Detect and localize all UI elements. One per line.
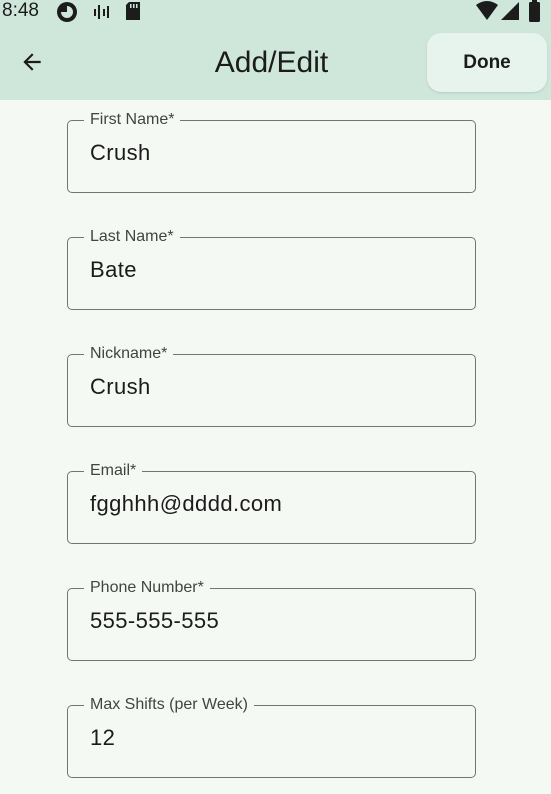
- first-name-field[interactable]: First Name*: [67, 112, 476, 193]
- last-name-input[interactable]: [90, 253, 450, 287]
- signal-activity-icon: [94, 5, 109, 19]
- screen: 8:48 Add/Edit Done First Name* Crush Las…: [0, 0, 551, 794]
- nickname-field[interactable]: Nickname*: [67, 346, 476, 427]
- phone-number-label: Phone Number*: [90, 579, 204, 596]
- phone-number-input[interactable]: [90, 604, 450, 638]
- status-bar: 8:48: [0, 0, 551, 26]
- app-bar: Add/Edit Done: [0, 26, 551, 100]
- done-button[interactable]: Done: [427, 33, 547, 92]
- email-input[interactable]: [90, 487, 450, 521]
- wifi-icon: [476, 1, 498, 20]
- header: 8:48 Add/Edit Done: [0, 0, 551, 100]
- phone-number-field[interactable]: Phone Number*: [67, 580, 476, 661]
- status-time: 8:48: [2, 0, 39, 21]
- data-saver-icon: [57, 2, 77, 22]
- max-shifts-field[interactable]: Max Shifts (per Week): [67, 697, 476, 778]
- sd-card-icon: [126, 2, 140, 20]
- email-label: Email*: [90, 462, 137, 479]
- nickname-label: Nickname*: [90, 345, 168, 362]
- max-shifts-label: Max Shifts (per Week): [90, 696, 248, 713]
- nickname-input[interactable]: [90, 370, 450, 404]
- last-name-field[interactable]: Last Name*: [67, 229, 476, 310]
- edit-form: First Name* Last Name* Nickname* Email*: [0, 100, 551, 794]
- cellular-signal-icon: [501, 2, 519, 20]
- max-shifts-input[interactable]: [90, 721, 450, 755]
- email-field[interactable]: Email*: [67, 463, 476, 544]
- last-name-label: Last Name*: [90, 228, 174, 245]
- first-name-label: First Name*: [90, 111, 175, 128]
- first-name-input[interactable]: [90, 136, 450, 170]
- battery-icon: [529, 0, 540, 22]
